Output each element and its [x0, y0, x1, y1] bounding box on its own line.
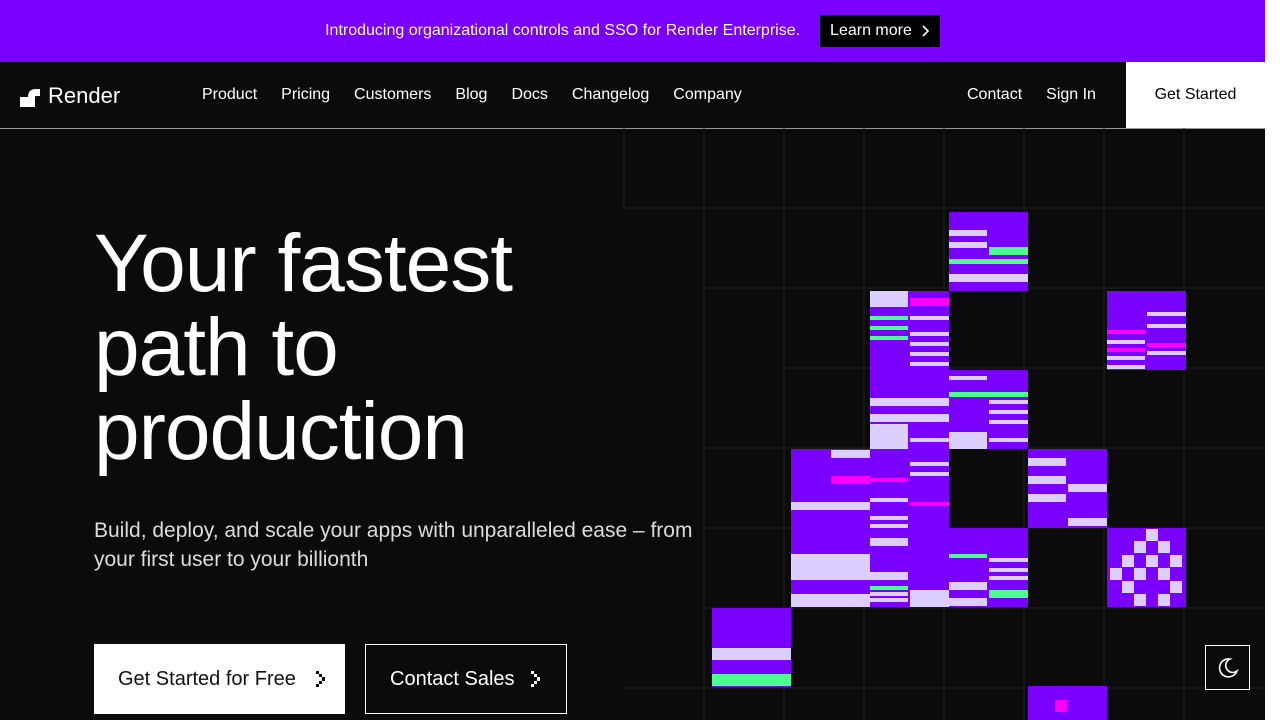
contact-link[interactable]: Contact [967, 86, 1022, 104]
get-started-free-label: Get Started for Free [118, 667, 296, 690]
pixel-block [870, 528, 949, 607]
hero-title-line: Your fastest [94, 218, 513, 309]
nav-link-blog[interactable]: Blog [455, 86, 487, 104]
hero-title-line: path to [94, 302, 339, 393]
pixel-block [870, 370, 949, 449]
moon-icon [1218, 657, 1239, 678]
pixel-arrow-icon [530, 671, 540, 687]
render-logo-icon [20, 89, 40, 107]
pixel-block [712, 608, 791, 687]
nav-link-changelog[interactable]: Changelog [572, 86, 649, 104]
render-logo[interactable]: Render [20, 83, 120, 109]
top-navigation: Render Product Pricing Customers Blog Do… [0, 62, 1265, 129]
get-started-button[interactable]: Get Started [1126, 62, 1265, 128]
sign-in-link[interactable]: Sign In [1046, 86, 1096, 104]
contact-sales-button[interactable]: Contact Sales [365, 644, 567, 714]
pixel-block [949, 528, 1028, 607]
pixel-block [791, 528, 870, 607]
hero-title: Your fastest path to production [94, 222, 654, 474]
logo-text: Render [48, 83, 121, 108]
nav-link-company[interactable]: Company [673, 86, 741, 104]
nav-right: Contact Sign In [967, 62, 1096, 128]
nav-link-pricing[interactable]: Pricing [281, 86, 330, 104]
pixel-block [1028, 449, 1107, 528]
theme-toggle-button[interactable] [1205, 645, 1250, 690]
learn-more-label: Learn more [830, 22, 912, 39]
pixel-block [1107, 528, 1186, 607]
learn-more-button[interactable]: Learn more [820, 15, 940, 47]
hero-pixel-grid-illustration [623, 128, 1265, 720]
pixel-block [949, 212, 1028, 291]
hero-title-line: production [94, 386, 468, 477]
get-started-free-button[interactable]: Get Started for Free [94, 644, 345, 714]
pixel-block [870, 291, 949, 370]
announcement-banner: Introducing organizational controls and … [0, 0, 1265, 62]
hero-subtitle: Build, deploy, and scale your apps with … [94, 519, 693, 571]
scrollbar[interactable] [1265, 0, 1280, 720]
chevron-right-icon [922, 25, 930, 37]
banner-text: Introducing organizational controls and … [325, 22, 801, 39]
pixel-block [791, 449, 870, 528]
nav-link-customers[interactable]: Customers [354, 86, 431, 104]
nav-link-product[interactable]: Product [202, 86, 257, 104]
nav-links: Product Pricing Customers Blog Docs Chan… [202, 62, 742, 128]
pixel-block [1107, 291, 1186, 370]
pixel-block [870, 449, 949, 528]
pixel-block [1028, 686, 1107, 720]
pixel-arrow-icon [315, 671, 325, 687]
contact-sales-label: Contact Sales [390, 667, 515, 690]
nav-link-docs[interactable]: Docs [511, 86, 547, 104]
pixel-block [949, 370, 1028, 449]
